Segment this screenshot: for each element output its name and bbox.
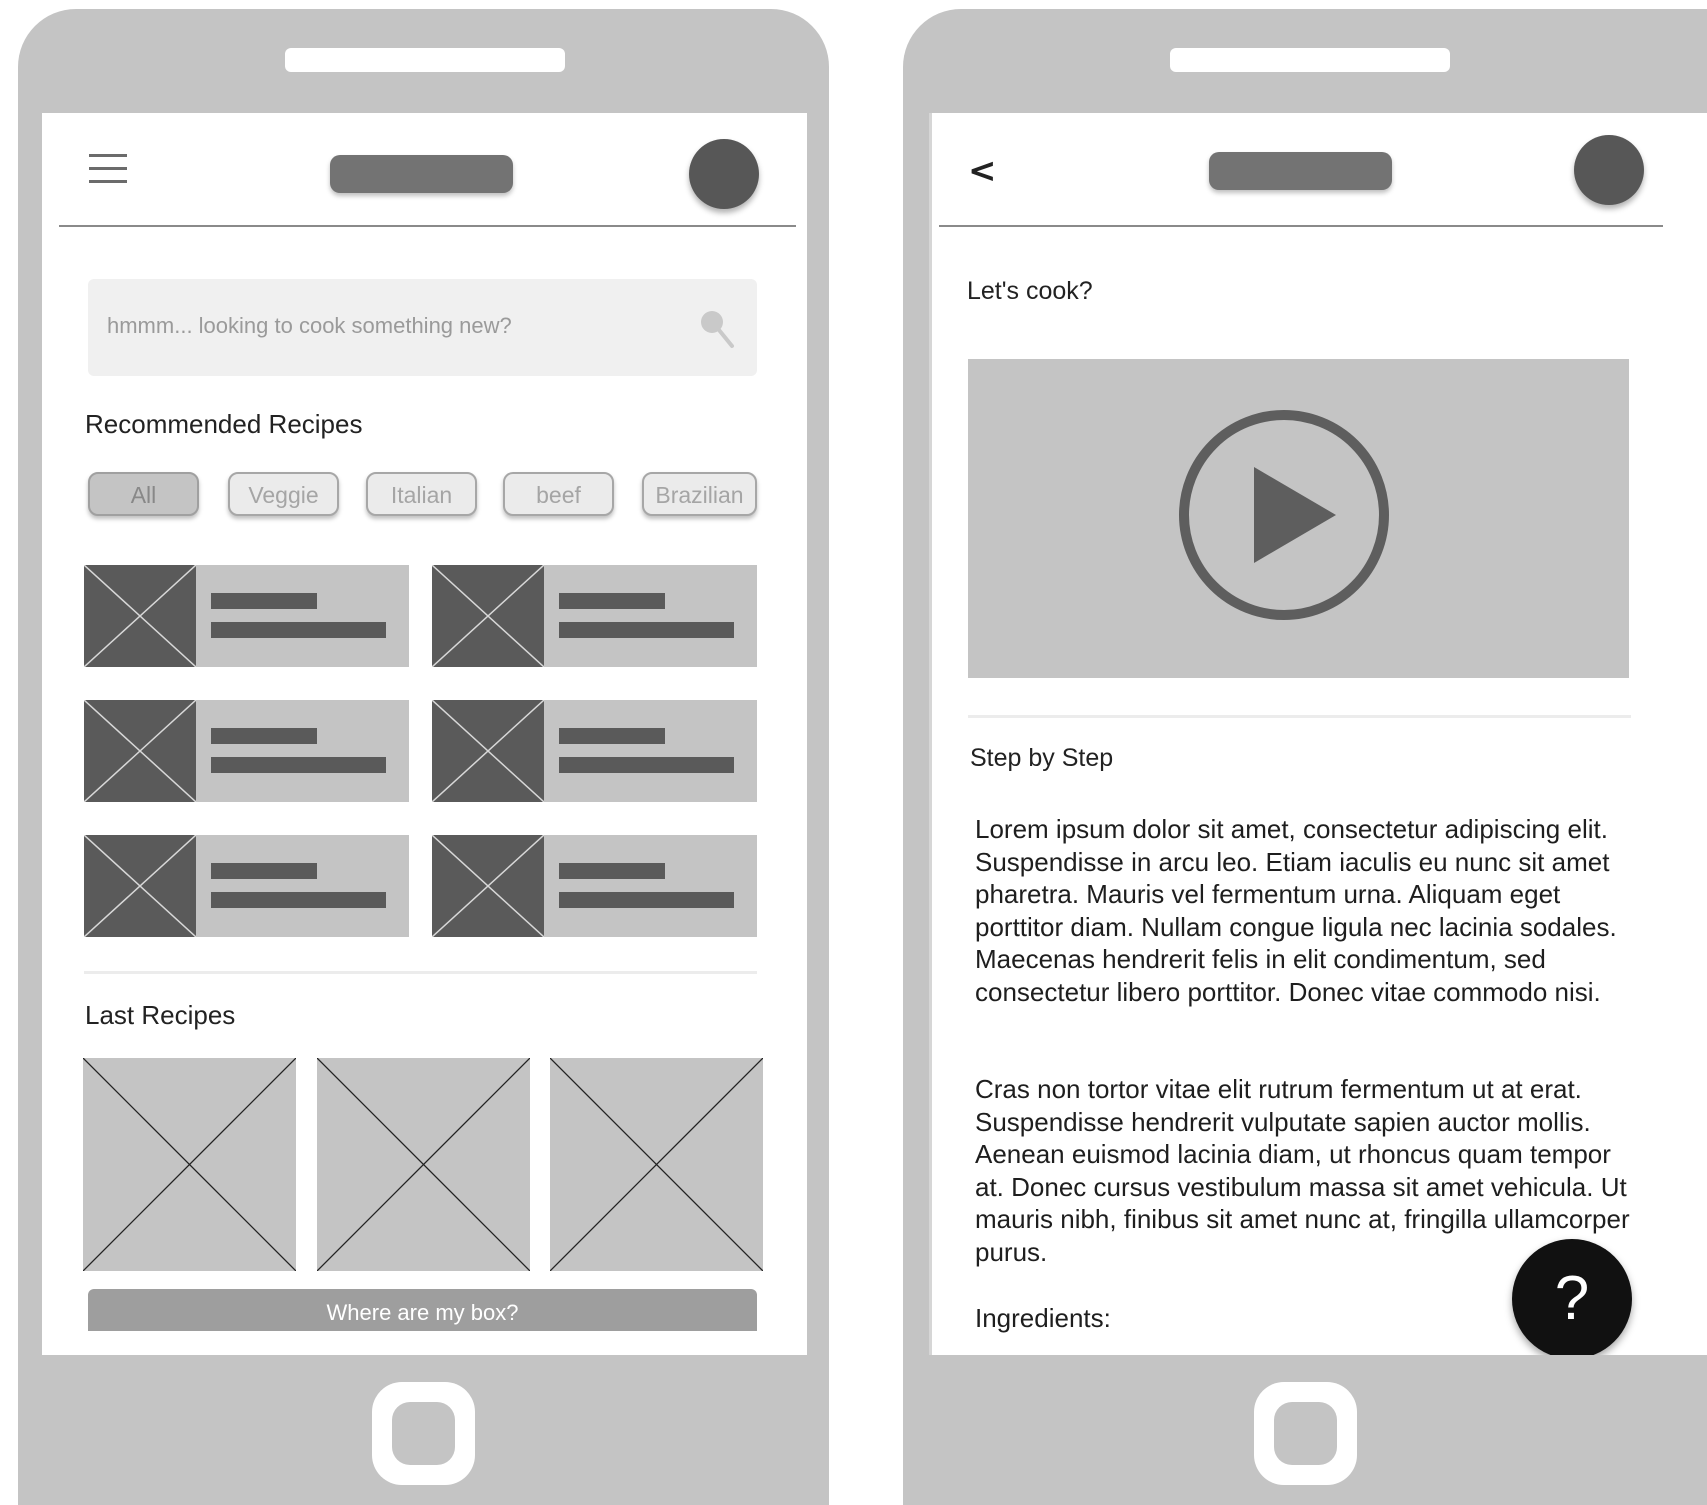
text-placeholder [211, 863, 317, 879]
divider [84, 971, 757, 974]
home-button[interactable] [1254, 1382, 1357, 1485]
image-placeholder-icon [316, 1057, 531, 1272]
text-placeholder [211, 593, 317, 609]
chip-all[interactable]: All [88, 472, 199, 516]
image-placeholder-icon [84, 700, 196, 802]
recipe-detail-screen: < Let's cook? Step by Step Lorem ipsum d… [929, 113, 1707, 1355]
home-button[interactable] [372, 1382, 475, 1485]
ingredients-label: Ingredients: [975, 1303, 1111, 1333]
app-title-placeholder [1209, 152, 1392, 190]
last-recipes-title: Last Recipes [85, 1000, 236, 1030]
recipe-card[interactable] [432, 565, 757, 667]
last-recipe-image[interactable] [82, 1057, 297, 1272]
help-button[interactable]: ? [1512, 1239, 1632, 1355]
text-placeholder [559, 593, 665, 609]
back-icon[interactable]: < [968, 151, 997, 191]
text-placeholder [559, 863, 665, 879]
text-placeholder [559, 892, 734, 908]
text-placeholder [559, 757, 734, 773]
speaker-grille [285, 48, 565, 72]
chip-italian[interactable]: Italian [366, 472, 477, 516]
chip-beef[interactable]: beef [503, 472, 614, 516]
chip-brazilian[interactable]: Brazilian [642, 472, 757, 516]
image-placeholder-icon [432, 700, 544, 802]
recipe-card[interactable] [84, 700, 409, 802]
image-placeholder-icon [84, 835, 196, 937]
text-placeholder [211, 757, 386, 773]
app-bar: < [939, 113, 1663, 227]
recommended-recipes-title: Recommended Recipes [85, 409, 363, 439]
app-bar [59, 113, 796, 227]
search-icon[interactable] [699, 309, 735, 349]
menu-icon[interactable] [89, 154, 127, 184]
avatar[interactable] [689, 139, 759, 209]
search-placeholder: hmmm... looking to cook something new? [107, 313, 512, 338]
recipe-card[interactable] [432, 700, 757, 802]
image-placeholder-icon [84, 565, 196, 667]
text-placeholder [211, 728, 317, 744]
image-placeholder-icon [549, 1057, 764, 1272]
video-player[interactable] [968, 359, 1629, 678]
speaker-grille [1170, 48, 1450, 72]
play-icon[interactable] [1178, 409, 1390, 621]
text-placeholder [559, 728, 665, 744]
instructions-paragraph: Cras non tortor vitae elit rutrum fermen… [975, 1074, 1630, 1267]
text-placeholder [211, 622, 386, 638]
instructions-paragraph: Lorem ipsum dolor sit amet, consectetur … [975, 814, 1617, 1007]
text-placeholder [211, 892, 386, 908]
image-placeholder-icon [82, 1057, 297, 1272]
text-placeholder [559, 622, 734, 638]
where-is-my-box-button[interactable]: Where are my box? [88, 1289, 757, 1331]
image-placeholder-icon [432, 565, 544, 667]
recipe-card[interactable] [432, 835, 757, 937]
recipe-card[interactable] [84, 835, 409, 937]
last-recipe-image[interactable] [316, 1057, 531, 1272]
last-recipe-image[interactable] [549, 1057, 764, 1272]
search-input[interactable]: hmmm... looking to cook something new? [88, 279, 757, 376]
app-title-placeholder [330, 155, 513, 193]
step-by-step-title: Step by Step [970, 744, 1114, 772]
chip-veggie[interactable]: Veggie [228, 472, 339, 516]
home-screen: hmmm... looking to cook something new? R… [42, 113, 807, 1355]
image-placeholder-icon [432, 835, 544, 937]
recipe-card[interactable] [84, 565, 409, 667]
avatar[interactable] [1574, 135, 1644, 205]
divider [968, 715, 1631, 718]
lets-cook-heading: Let's cook? [967, 277, 1093, 305]
